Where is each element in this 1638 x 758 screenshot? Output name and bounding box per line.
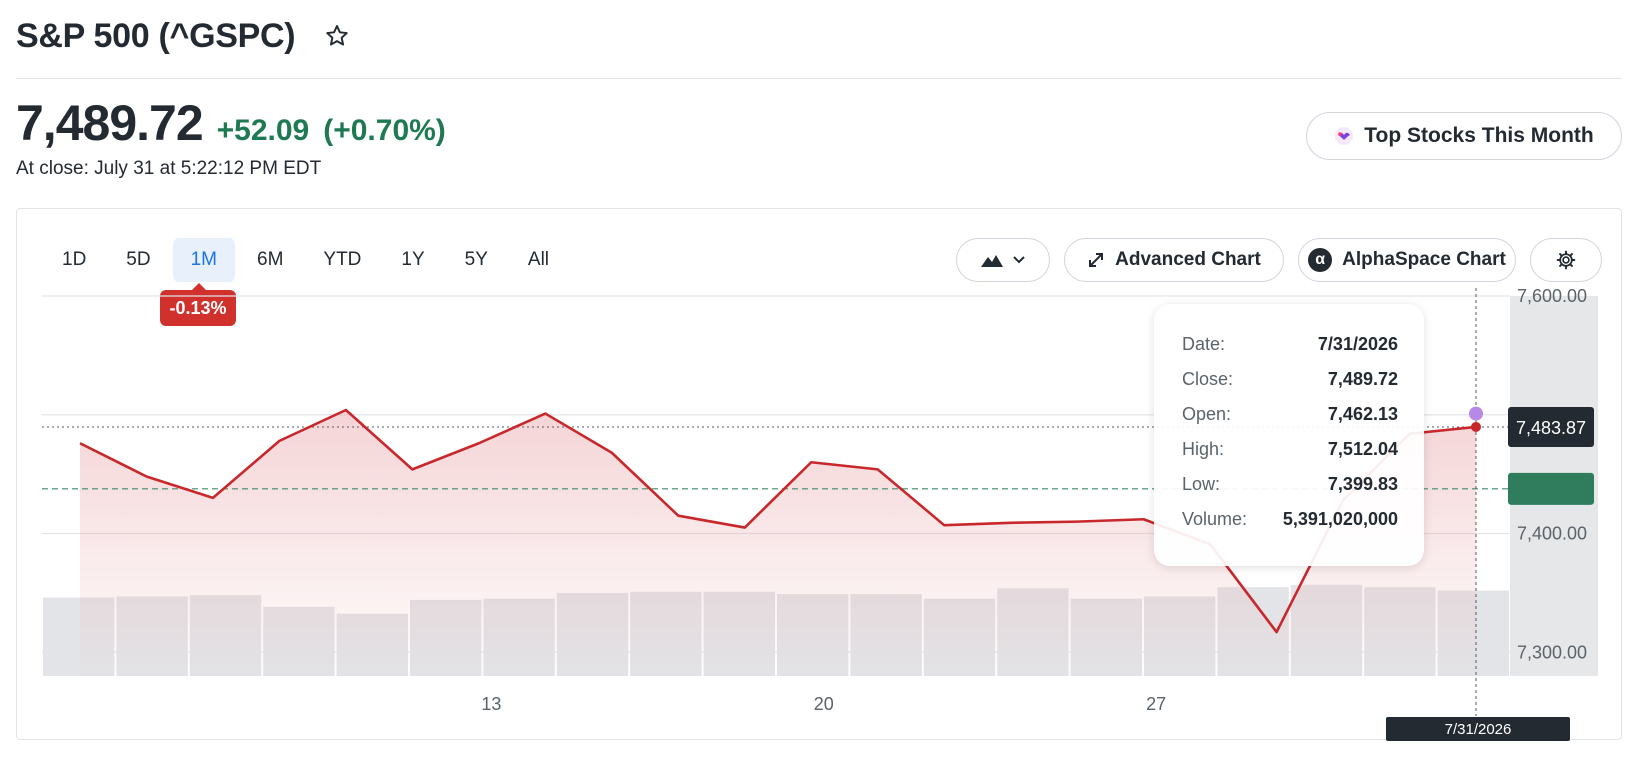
tooltip-row-volume: Volume: 5,391,020,000	[1182, 509, 1398, 544]
prev-close-tag	[1508, 472, 1594, 505]
y-tick-label: 7,600.00	[1517, 286, 1587, 306]
tooltip-key: Close:	[1182, 369, 1234, 389]
tooltip-key: Volume:	[1182, 509, 1248, 529]
current-price-label: 7,483.87	[1516, 418, 1586, 438]
x-tick-label: 27	[1146, 694, 1166, 714]
x-tick-label: 20	[814, 694, 834, 714]
tooltip-value: 7,489.72	[1327, 369, 1398, 389]
tooltip-key: High:	[1182, 439, 1225, 459]
tooltip-row-date: Date: 7/31/2026	[1182, 334, 1398, 369]
tooltip-row-open: Open: 7,462.13	[1182, 404, 1398, 439]
tooltip-key: Low:	[1182, 474, 1221, 494]
tooltip-row-low: Low: 7,399.83	[1182, 474, 1398, 509]
tooltip-value: 5,391,020,000	[1282, 509, 1398, 529]
tooltip-value: 7/31/2026	[1317, 334, 1398, 354]
tooltip-key: Date:	[1182, 334, 1226, 354]
crosshair-date-label: 7/31/2026	[1386, 717, 1570, 741]
tooltip-value: 7,399.83	[1327, 474, 1398, 494]
comparison-point	[1469, 406, 1483, 421]
current-point	[1471, 421, 1481, 432]
x-tick-label: 13	[481, 694, 501, 714]
data-tooltip: Date: 7/31/2026 Close: 7,489.72 Open: 7,462…	[1154, 304, 1424, 566]
tooltip-row-high: High: 7,512.04	[1182, 439, 1398, 474]
tooltip-value: 7,512.04	[1327, 439, 1398, 459]
tooltip-key: Open:	[1182, 404, 1232, 424]
tooltip-row-close: Close: 7,489.72	[1182, 369, 1398, 404]
y-tick-label: 7,300.00	[1517, 642, 1587, 662]
tooltip-value: 7,462.13	[1327, 404, 1398, 424]
y-tick-label: 7,400.00	[1517, 524, 1587, 544]
